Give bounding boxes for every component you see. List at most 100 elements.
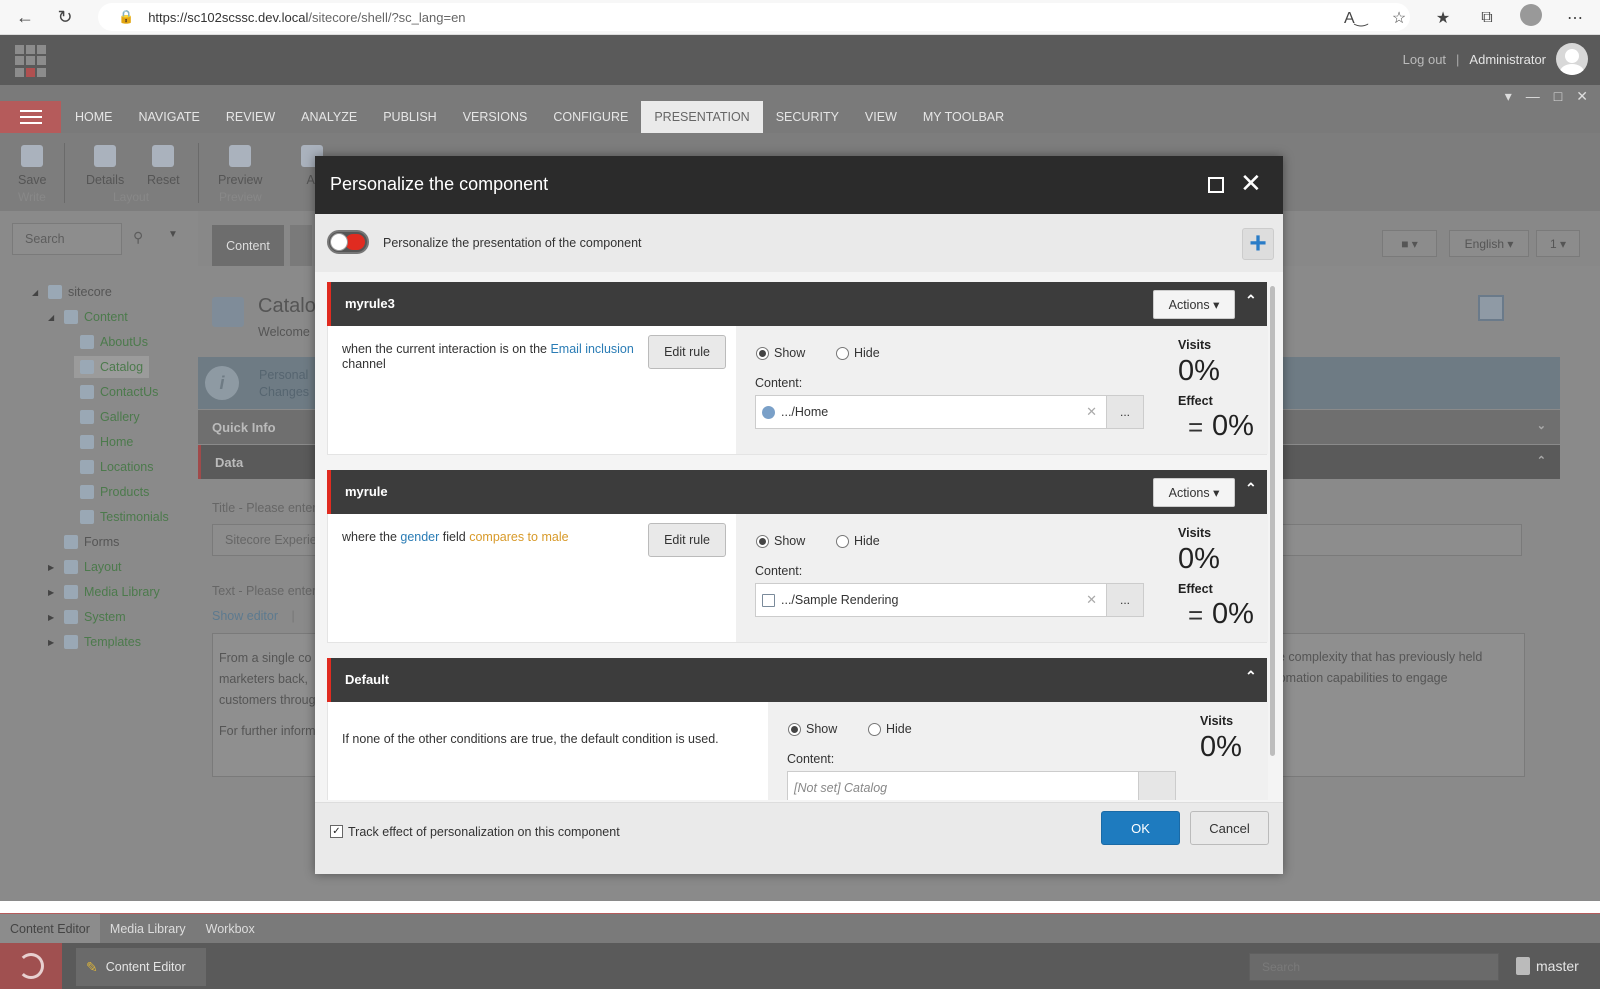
expand-arrow-icon[interactable]: ◢ bbox=[48, 313, 54, 322]
actions-button[interactable]: Actions ▾ bbox=[1153, 290, 1235, 319]
tree-item-contactus[interactable]: ContactUs bbox=[80, 381, 158, 403]
condition-value-link[interactable]: male bbox=[541, 530, 568, 544]
version-dropdown[interactable]: 1 ▾ bbox=[1536, 230, 1580, 257]
tab-view[interactable]: VIEW bbox=[852, 101, 910, 133]
database-selector[interactable]: master bbox=[1516, 957, 1579, 975]
back-icon[interactable]: ← bbox=[10, 2, 40, 32]
hide-radio[interactable]: Hide bbox=[868, 722, 912, 736]
content-field[interactable]: .../Sample Rendering ✕ ... bbox=[755, 583, 1144, 617]
read-aloud-icon[interactable]: A‿ bbox=[1344, 8, 1368, 28]
logout-link[interactable]: Log out bbox=[1403, 52, 1446, 67]
tab-my-toolbar[interactable]: MY TOOLBAR bbox=[910, 101, 1017, 133]
tree-item-aboutus[interactable]: AboutUs bbox=[80, 331, 148, 353]
details-button[interactable]: Details bbox=[86, 145, 124, 187]
favorite-add-icon[interactable]: ☆ bbox=[1388, 8, 1410, 28]
hide-radio[interactable]: Hide bbox=[836, 534, 880, 548]
flag-dropdown[interactable]: ■ ▾ bbox=[1382, 230, 1437, 257]
save-button[interactable]: Save bbox=[18, 145, 47, 187]
rule-header[interactable]: Default ⌃ bbox=[327, 658, 1267, 702]
expand-arrow-icon[interactable]: ▶ bbox=[48, 563, 54, 572]
item-avatar-icon[interactable] bbox=[1478, 295, 1504, 321]
tree-item-testimonials[interactable]: Testimonials bbox=[80, 506, 169, 528]
chevron-down-icon[interactable]: ▼ bbox=[168, 229, 178, 240]
tab-presentation[interactable]: PRESENTATION bbox=[641, 101, 763, 133]
hide-radio[interactable]: Hide bbox=[836, 346, 880, 360]
language-dropdown[interactable]: English ▾ bbox=[1449, 230, 1529, 257]
tree-item-sitecore[interactable]: ◢ sitecore bbox=[32, 281, 112, 303]
tab-analyze[interactable]: ANALYZE bbox=[288, 101, 370, 133]
preview-button[interactable]: Preview bbox=[218, 145, 262, 187]
collections-icon[interactable]: ⧉ bbox=[1476, 9, 1498, 27]
sitecore-logo-icon[interactable] bbox=[0, 943, 62, 989]
address-bar[interactable]: 🔒 https://sc102scssc.dev.local/sitecore/… bbox=[98, 3, 1410, 31]
tree-item-layout[interactable]: ▶ Layout bbox=[48, 556, 122, 578]
tab-navigate[interactable]: NAVIGATE bbox=[126, 101, 213, 133]
tree-search-input[interactable]: Search bbox=[12, 223, 122, 255]
tree-item-forms[interactable]: Forms bbox=[64, 531, 119, 553]
refresh-icon[interactable]: ↻ bbox=[50, 2, 80, 32]
chevron-up-icon[interactable]: ⌃ bbox=[1245, 480, 1257, 497]
tree-item-home[interactable]: Home bbox=[80, 431, 133, 453]
tab-home[interactable]: HOME bbox=[62, 101, 126, 133]
expand-arrow-icon[interactable]: ◢ bbox=[32, 288, 38, 297]
taskbar-search-input[interactable]: Search bbox=[1249, 953, 1499, 981]
content-field[interactable]: .../Home ✕ ... bbox=[755, 395, 1144, 429]
chevron-up-icon[interactable]: ⌃ bbox=[1245, 668, 1257, 685]
expand-arrow-icon[interactable]: ▶ bbox=[48, 613, 54, 622]
condition-link[interactable]: gender bbox=[400, 530, 439, 544]
task-content-editor[interactable]: ✎ Content Editor bbox=[76, 948, 206, 986]
actions-button[interactable]: Actions ▾ bbox=[1153, 478, 1235, 507]
show-radio[interactable]: Show bbox=[756, 346, 805, 360]
clear-icon[interactable]: ✕ bbox=[1086, 404, 1097, 420]
restore-icon[interactable]: □ bbox=[1554, 88, 1562, 105]
close-icon[interactable]: ✕ bbox=[1576, 88, 1588, 105]
tree-item-templates[interactable]: ▶ Templates bbox=[48, 631, 141, 653]
browse-button[interactable]: ... bbox=[1106, 584, 1143, 616]
expand-arrow-icon[interactable]: ▶ bbox=[48, 588, 54, 597]
tab-secondary[interactable] bbox=[290, 225, 312, 266]
tree-item-catalog[interactable]: Catalog bbox=[74, 356, 150, 378]
launchpad-icon[interactable] bbox=[15, 45, 47, 77]
avatar[interactable] bbox=[1556, 43, 1588, 75]
favorites-icon[interactable]: ★ bbox=[1432, 8, 1454, 28]
browse-button[interactable] bbox=[1138, 772, 1175, 800]
reset-button[interactable]: Reset bbox=[147, 145, 180, 187]
tab-media-library[interactable]: Media Library bbox=[100, 914, 196, 943]
minimize-icon[interactable]: — bbox=[1526, 88, 1540, 105]
add-rule-button[interactable]: + bbox=[1242, 228, 1274, 260]
menu-icon[interactable] bbox=[0, 101, 61, 133]
chevron-down-icon[interactable]: ⌄ bbox=[1537, 419, 1546, 432]
tree-item-gallery[interactable]: Gallery bbox=[80, 406, 140, 428]
ok-button[interactable]: OK bbox=[1101, 811, 1180, 845]
tree-item-system[interactable]: ▶ System bbox=[48, 606, 126, 628]
track-effect-checkbox[interactable]: ✓ bbox=[330, 825, 343, 838]
browse-button[interactable]: ... bbox=[1106, 396, 1143, 428]
edit-rule-button[interactable]: Edit rule bbox=[648, 523, 726, 557]
chevron-up-icon[interactable]: ⌃ bbox=[1537, 454, 1546, 467]
more-icon[interactable]: ⋯ bbox=[1564, 8, 1586, 28]
tab-versions[interactable]: VERSIONS bbox=[450, 101, 541, 133]
content-field[interactable]: [Not set] Catalog bbox=[787, 771, 1176, 800]
tab-security[interactable]: SECURITY bbox=[763, 101, 852, 133]
condition-link[interactable]: Email inclusion bbox=[550, 342, 633, 356]
show-radio[interactable]: Show bbox=[756, 534, 805, 548]
tree-item-locations[interactable]: Locations bbox=[80, 456, 154, 478]
rule-header[interactable]: myrule Actions ▾ ⌃ bbox=[327, 470, 1267, 514]
tree-item-products[interactable]: Products bbox=[80, 481, 149, 503]
chevron-down-icon[interactable]: ▾ bbox=[1505, 88, 1512, 105]
tab-publish[interactable]: PUBLISH bbox=[370, 101, 450, 133]
chevron-up-icon[interactable]: ⌃ bbox=[1245, 292, 1257, 309]
tree-item-media-library[interactable]: ▶ Media Library bbox=[48, 581, 160, 603]
tab-workbox[interactable]: Workbox bbox=[196, 914, 265, 943]
tab-content-editor[interactable]: Content Editor bbox=[0, 914, 100, 943]
close-icon[interactable]: ✕ bbox=[1240, 170, 1262, 196]
info-link[interactable]: Changes bbox=[259, 385, 309, 399]
condition-operator-link[interactable]: compares to bbox=[469, 530, 538, 544]
user-name[interactable]: Administrator bbox=[1469, 52, 1546, 67]
show-radio[interactable]: Show bbox=[788, 722, 837, 736]
show-editor-link[interactable]: Show editor bbox=[212, 609, 278, 623]
personalize-toggle[interactable] bbox=[327, 230, 369, 254]
edit-rule-button[interactable]: Edit rule bbox=[648, 335, 726, 369]
rules-scrollbar[interactable] bbox=[1270, 286, 1275, 756]
tab-content[interactable]: Content bbox=[212, 225, 284, 266]
